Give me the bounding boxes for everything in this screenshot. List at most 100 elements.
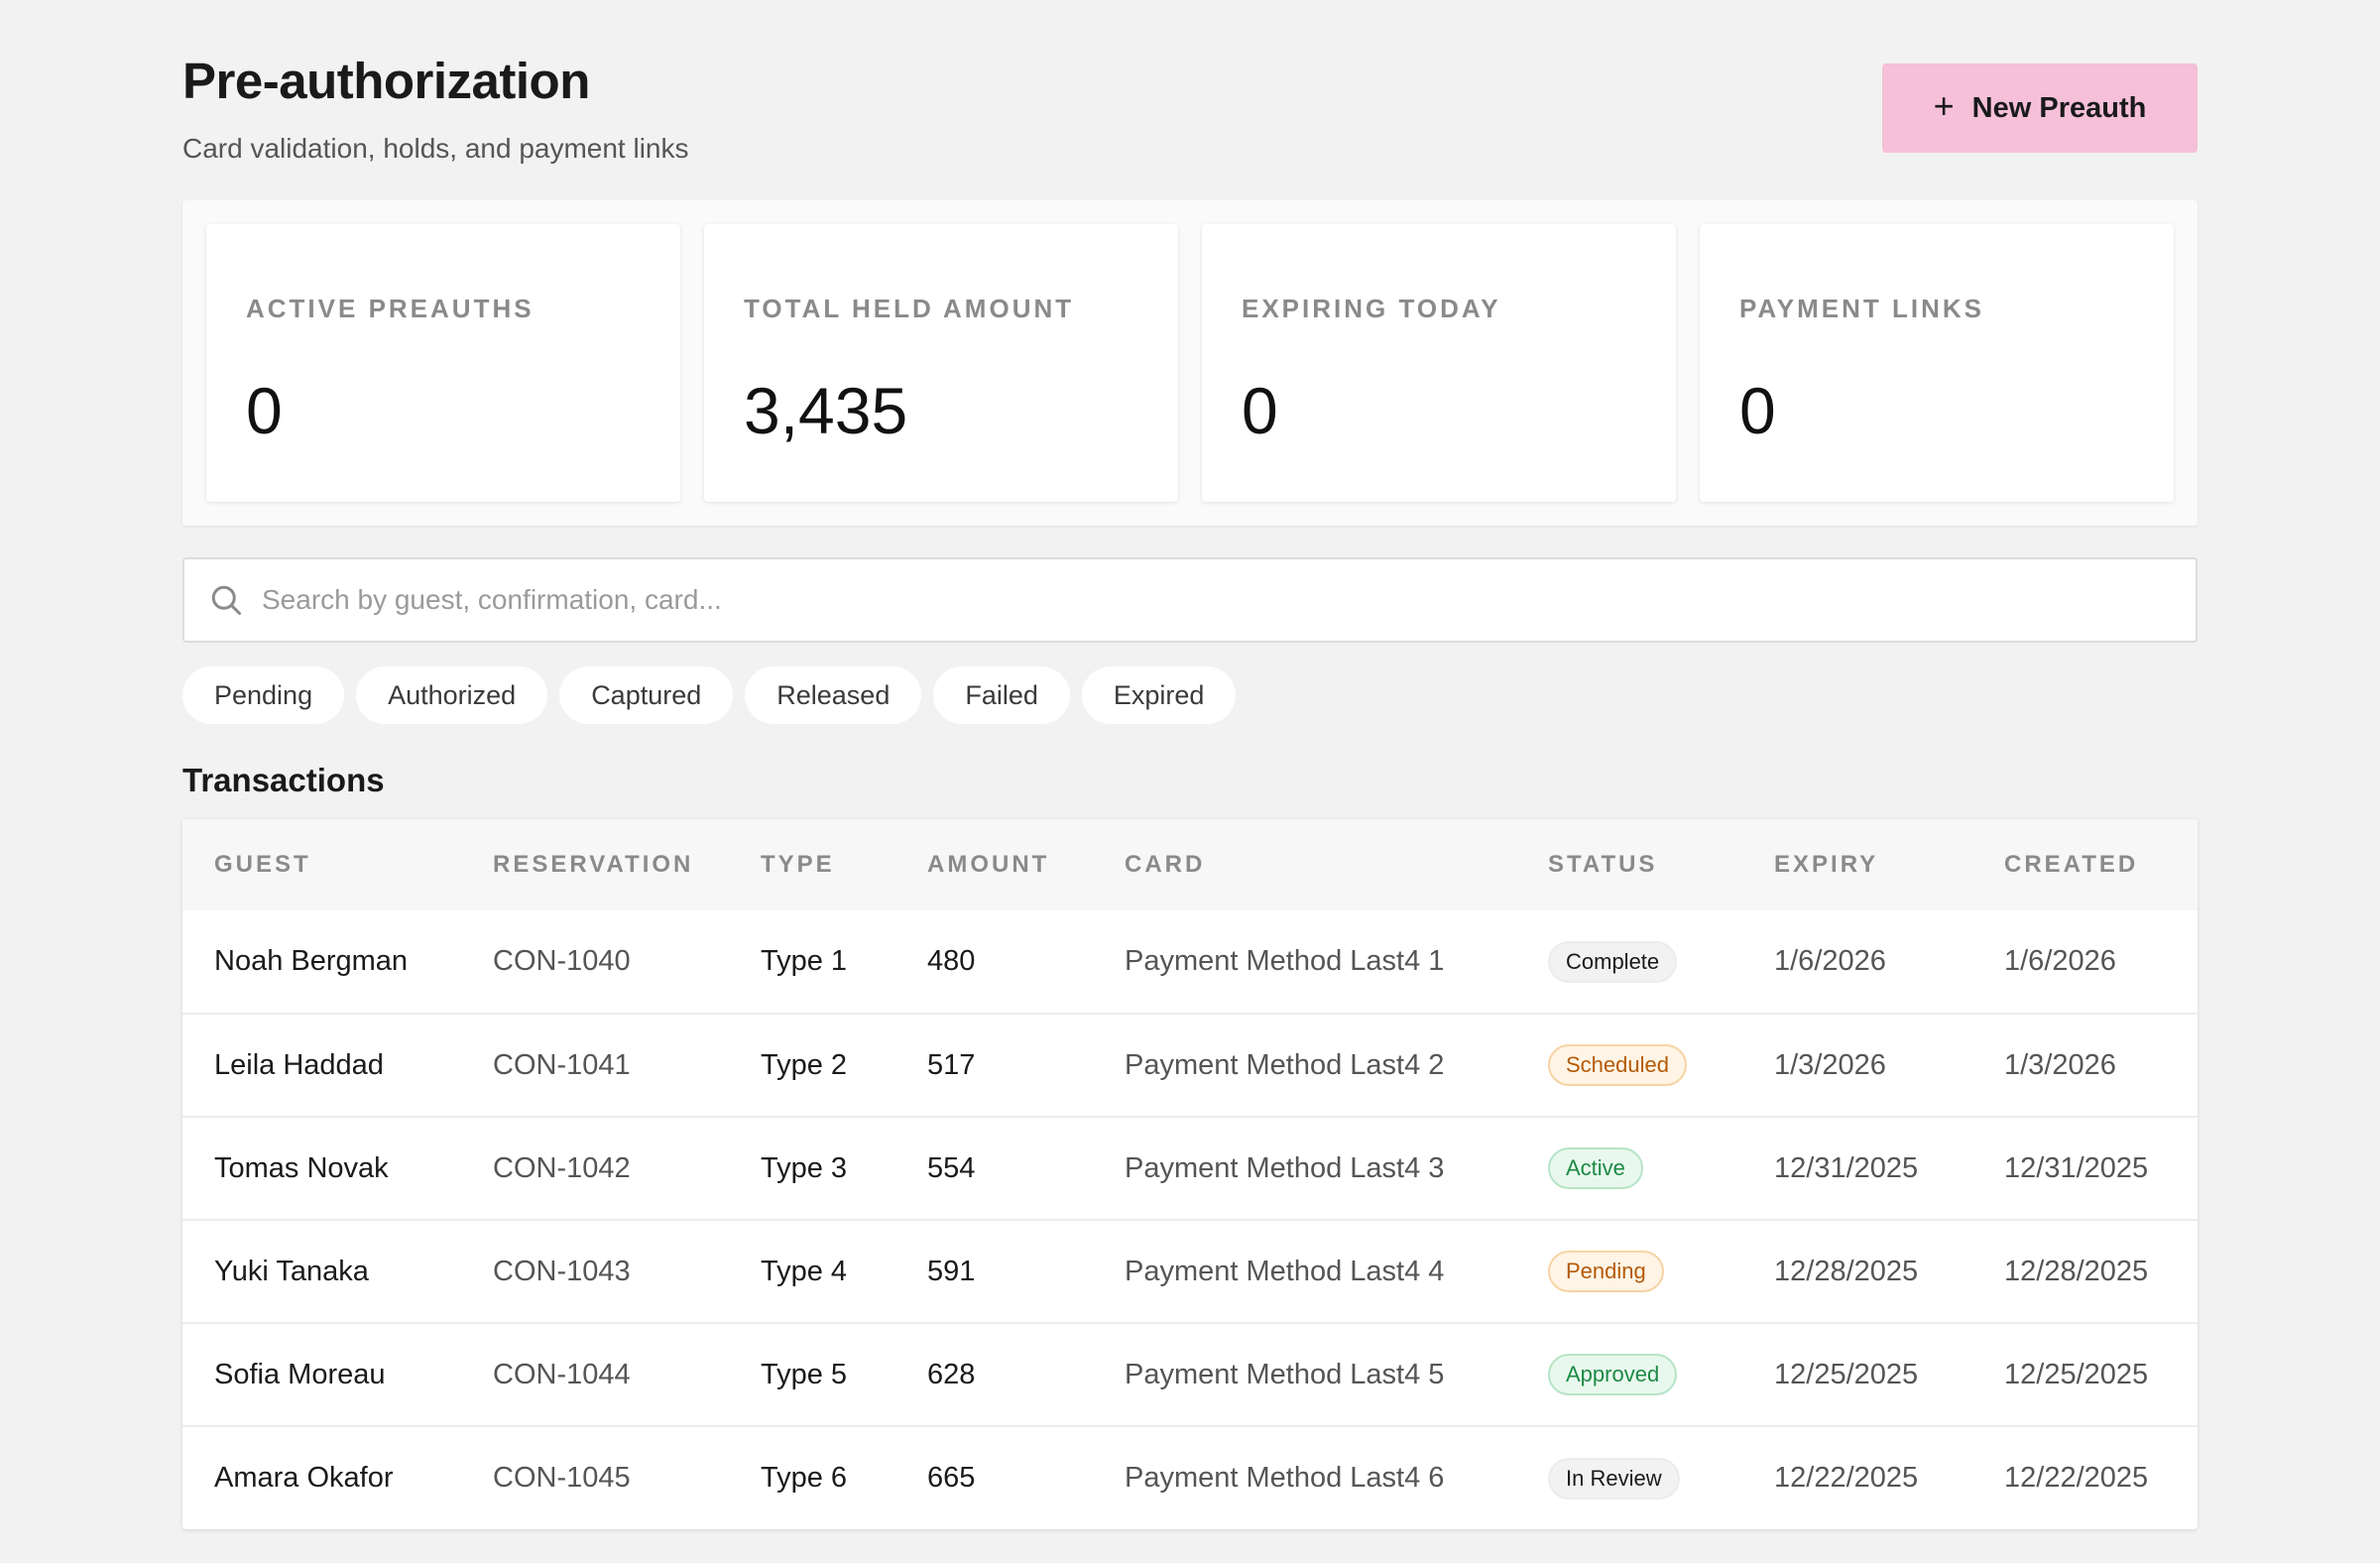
cell-created: 12/31/2025 bbox=[2004, 1151, 2149, 1184]
cell-reservation: CON-1040 bbox=[493, 945, 631, 977]
cell-status: Approved bbox=[1516, 1323, 1742, 1426]
cell-status: Active bbox=[1516, 1117, 1742, 1220]
status-badge: Active bbox=[1548, 1147, 1643, 1189]
cell-status: Complete bbox=[1516, 910, 1742, 1014]
cell-type: Type 6 bbox=[761, 1462, 848, 1494]
filter-chip-expired[interactable]: Expired bbox=[1081, 666, 1237, 724]
cell-type: Type 2 bbox=[761, 1048, 848, 1081]
cell-expiry: 12/28/2025 bbox=[1774, 1255, 1919, 1287]
transactions-title: Transactions bbox=[182, 762, 385, 798]
cell-card: Payment Method Last4 3 bbox=[1125, 1151, 1445, 1184]
transactions-table: GUEST RESERVATION TYPE AMOUNT CARD STATU… bbox=[182, 819, 2198, 1529]
cell-amount: 665 bbox=[927, 1462, 976, 1494]
cell-expiry: 12/31/2025 bbox=[1774, 1151, 1919, 1184]
cell-expiry: 1/3/2026 bbox=[1774, 1048, 1886, 1081]
cell-card: Payment Method Last4 6 bbox=[1125, 1462, 1445, 1494]
stat-card-payment-links: PAYMENT LINKS 0 bbox=[1700, 224, 2174, 502]
cell-guest: Yuki Tanaka bbox=[214, 1255, 369, 1287]
table-row[interactable]: Sofia Moreau CON-1044 Type 5 628 Payment… bbox=[182, 1323, 2198, 1426]
status-filter-chips: Pending Authorized Captured Released Fai… bbox=[182, 666, 1237, 724]
cell-amount: 591 bbox=[927, 1255, 976, 1287]
stat-label: EXPIRING TODAY bbox=[1242, 294, 1501, 323]
new-preauth-label: New Preauth bbox=[1971, 91, 2147, 124]
table-row[interactable]: Amara Okafor CON-1045 Type 6 665 Payment… bbox=[182, 1426, 2198, 1529]
cell-created: 1/6/2026 bbox=[2004, 945, 2116, 977]
status-badge: In Review bbox=[1548, 1457, 1680, 1500]
cell-expiry: 1/6/2026 bbox=[1774, 945, 1886, 977]
cell-guest: Leila Haddad bbox=[214, 1048, 384, 1081]
cell-created: 12/28/2025 bbox=[2004, 1255, 2149, 1287]
column-header-status[interactable]: STATUS bbox=[1516, 819, 1742, 910]
stat-card-expiring-today: EXPIRING TODAY 0 bbox=[1202, 224, 1676, 502]
stat-label: PAYMENT LINKS bbox=[1739, 294, 1985, 323]
cell-type: Type 4 bbox=[761, 1255, 848, 1287]
stat-card-total-held-amount: TOTAL HELD AMOUNT 3,435 bbox=[704, 224, 1178, 502]
search-icon bbox=[211, 585, 241, 615]
cell-status: Scheduled bbox=[1516, 1014, 1742, 1117]
cell-guest: Noah Bergman bbox=[214, 945, 409, 977]
cell-card: Payment Method Last4 5 bbox=[1125, 1358, 1445, 1390]
cell-created: 1/3/2026 bbox=[2004, 1048, 2116, 1081]
cell-expiry: 12/22/2025 bbox=[1774, 1462, 1919, 1494]
table-row[interactable]: Tomas Novak CON-1042 Type 3 554 Payment … bbox=[182, 1117, 2198, 1220]
plus-icon: + bbox=[1933, 85, 1955, 126]
stat-value: 0 bbox=[1242, 374, 1278, 447]
cell-reservation: CON-1041 bbox=[493, 1048, 631, 1081]
cell-card: Payment Method Last4 2 bbox=[1125, 1048, 1445, 1081]
column-header-created[interactable]: CREATED bbox=[1972, 819, 2198, 910]
cell-type: Type 5 bbox=[761, 1358, 848, 1390]
stat-label: TOTAL HELD AMOUNT bbox=[744, 294, 1075, 323]
filter-chip-authorized[interactable]: Authorized bbox=[356, 666, 548, 724]
cell-created: 12/25/2025 bbox=[2004, 1358, 2149, 1390]
page-subtitle: Card validation, holds, and payment link… bbox=[182, 133, 689, 164]
filter-chip-failed[interactable]: Failed bbox=[933, 666, 1070, 724]
cell-amount: 554 bbox=[927, 1151, 976, 1184]
cell-amount: 517 bbox=[927, 1048, 976, 1081]
column-header-amount[interactable]: AMOUNT bbox=[895, 819, 1093, 910]
cell-card: Payment Method Last4 1 bbox=[1125, 945, 1445, 977]
stats-panel: ACTIVE PREAUTHS 0 TOTAL HELD AMOUNT 3,43… bbox=[182, 200, 2198, 526]
cell-reservation: CON-1045 bbox=[493, 1462, 631, 1494]
cell-reservation: CON-1043 bbox=[493, 1255, 631, 1287]
cell-expiry: 12/25/2025 bbox=[1774, 1358, 1919, 1390]
status-badge: Pending bbox=[1548, 1251, 1664, 1292]
cell-amount: 480 bbox=[927, 945, 976, 977]
stat-card-active-preauths: ACTIVE PREAUTHS 0 bbox=[206, 224, 680, 502]
status-badge: Scheduled bbox=[1548, 1044, 1687, 1086]
stat-label: ACTIVE PREAUTHS bbox=[246, 294, 535, 323]
cell-status: Pending bbox=[1516, 1220, 1742, 1323]
stat-value: 0 bbox=[1739, 374, 1776, 447]
column-header-card[interactable]: CARD bbox=[1093, 819, 1516, 910]
status-badge: Approved bbox=[1548, 1354, 1678, 1395]
new-preauth-button[interactable]: + New Preauth bbox=[1882, 63, 2198, 153]
search-input[interactable] bbox=[262, 559, 2196, 641]
table-row[interactable]: Noah Bergman CON-1040 Type 1 480 Payment… bbox=[182, 910, 2198, 1014]
cell-type: Type 1 bbox=[761, 945, 848, 977]
cell-created: 12/22/2025 bbox=[2004, 1462, 2149, 1494]
table-row[interactable]: Leila Haddad CON-1041 Type 2 517 Payment… bbox=[182, 1014, 2198, 1117]
page-title: Pre-authorization bbox=[182, 53, 590, 109]
cell-guest: Tomas Novak bbox=[214, 1151, 389, 1184]
filter-chip-captured[interactable]: Captured bbox=[559, 666, 734, 724]
search-bar bbox=[182, 557, 2198, 643]
preauth-page: Pre-authorization Card validation, holds… bbox=[182, 0, 2198, 1529]
cell-reservation: CON-1044 bbox=[493, 1358, 631, 1390]
cell-amount: 628 bbox=[927, 1358, 976, 1390]
cell-guest: Amara Okafor bbox=[214, 1462, 394, 1494]
page-header: Pre-authorization Card validation, holds… bbox=[182, 0, 2198, 198]
filter-chip-pending[interactable]: Pending bbox=[182, 666, 345, 724]
column-header-type[interactable]: TYPE bbox=[729, 819, 895, 910]
cell-guest: Sofia Moreau bbox=[214, 1358, 386, 1390]
cell-type: Type 3 bbox=[761, 1151, 848, 1184]
status-badge: Complete bbox=[1548, 940, 1678, 983]
cell-reservation: CON-1042 bbox=[493, 1151, 631, 1184]
column-header-expiry[interactable]: EXPIRY bbox=[1742, 819, 1972, 910]
column-header-guest[interactable]: GUEST bbox=[182, 819, 461, 910]
stat-value: 0 bbox=[246, 374, 283, 447]
cell-card: Payment Method Last4 4 bbox=[1125, 1255, 1445, 1287]
cell-status: In Review bbox=[1516, 1426, 1742, 1529]
table-header-row: GUEST RESERVATION TYPE AMOUNT CARD STATU… bbox=[182, 819, 2198, 910]
table-row[interactable]: Yuki Tanaka CON-1043 Type 4 591 Payment … bbox=[182, 1220, 2198, 1323]
filter-chip-released[interactable]: Released bbox=[745, 666, 922, 724]
column-header-reservation[interactable]: RESERVATION bbox=[461, 819, 729, 910]
